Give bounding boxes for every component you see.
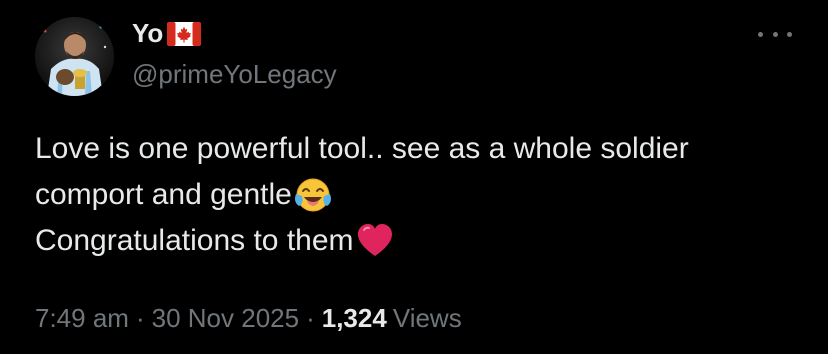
tweet-line-2: comport and gentle xyxy=(35,172,815,218)
tweet-line-text: comport and gentle xyxy=(35,178,292,211)
more-dot xyxy=(787,31,792,37)
tweet-card: Yo @primeYoLegacy Love is one powerful t… xyxy=(0,0,828,354)
meta-separator: · xyxy=(135,303,145,333)
tweet-time[interactable]: 7:49 am xyxy=(35,301,129,335)
tweet-line-text: Love is one powerful tool.. see as a who… xyxy=(35,132,689,165)
tweet-meta: 7:49 am · 30 Nov 2025 · 1,324 Views xyxy=(35,301,462,335)
author-handle[interactable]: @primeYoLegacy xyxy=(132,58,337,90)
tweet-line-1: Love is one powerful tool.. see as a who… xyxy=(35,126,815,172)
tears-of-joy-emoji-icon xyxy=(294,176,332,214)
tweet-text: Love is one powerful tool.. see as a who… xyxy=(35,126,815,264)
more-dot xyxy=(772,31,778,37)
avatar[interactable] xyxy=(35,17,114,96)
more-options-icon[interactable] xyxy=(758,24,792,44)
more-dot xyxy=(758,31,763,37)
red-heart-emoji-icon xyxy=(356,222,394,260)
views-label[interactable]: Views xyxy=(393,301,462,335)
views-count[interactable]: 1,324 xyxy=(322,301,387,335)
tweet-line-3: Congratulations to them xyxy=(35,218,815,264)
display-name[interactable]: Yo xyxy=(132,17,163,49)
author-name-row[interactable]: Yo xyxy=(132,17,202,49)
meta-separator: · xyxy=(306,303,315,333)
profile-photo-icon xyxy=(35,17,114,96)
tweet-date[interactable]: 30 Nov 2025 xyxy=(152,301,299,335)
tweet-line-text: Congratulations to them xyxy=(35,224,354,257)
canada-flag-icon xyxy=(167,22,202,46)
